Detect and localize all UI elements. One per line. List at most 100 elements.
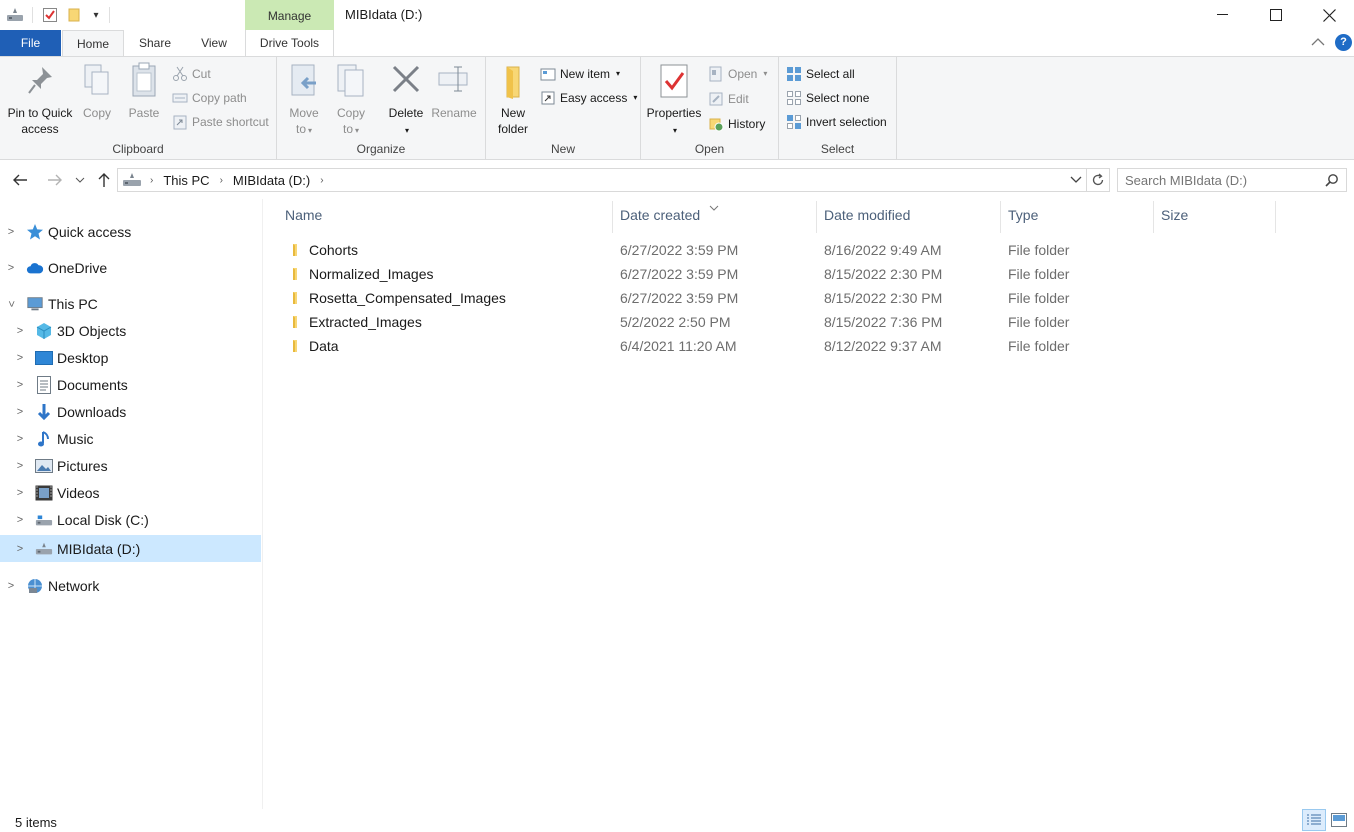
column-header-type[interactable]: Type <box>1008 207 1038 227</box>
breadcrumb-this-pc[interactable]: This PC <box>163 173 209 188</box>
large-icons-view-button[interactable] <box>1328 809 1350 831</box>
nav-item-desktop[interactable]: > Desktop <box>0 344 261 371</box>
collapse-ribbon-button[interactable] <box>1311 35 1325 50</box>
search-input[interactable] <box>1125 172 1320 188</box>
nav-item-network[interactable]: > Network <box>0 572 261 599</box>
drive-icon[interactable] <box>6 6 24 24</box>
tab-file[interactable]: File <box>0 30 61 56</box>
address-bar[interactable]: › This PC › MIBIdata (D:) › <box>117 168 1087 192</box>
chevron-right-icon[interactable]: > <box>14 433 26 445</box>
search-icon[interactable] <box>1325 173 1339 187</box>
file-row[interactable]: Normalized_Images 6/27/2022 3:59 PM 8/15… <box>282 263 1122 287</box>
nav-item-onedrive[interactable]: > OneDrive <box>0 254 261 281</box>
column-header-name[interactable]: Name <box>285 207 322 227</box>
chevron-right-icon[interactable]: > <box>5 580 17 592</box>
chevron-right-icon[interactable]: > <box>14 406 26 418</box>
maximize-button[interactable] <box>1249 0 1303 30</box>
address-history-dropdown[interactable] <box>1070 176 1082 184</box>
tab-drive-tools[interactable]: Drive Tools <box>245 30 334 56</box>
chevron-right-icon[interactable]: > <box>14 352 26 364</box>
customize-toolbar-icon[interactable]: ▾ <box>87 6 105 24</box>
search-box[interactable] <box>1117 168 1347 192</box>
copy-to-button[interactable]: Copy to ▾ <box>330 61 372 139</box>
breadcrumb-separator-icon[interactable]: › <box>150 175 153 186</box>
chevron-right-icon[interactable]: > <box>5 226 17 238</box>
move-to-button[interactable]: Move to ▾ <box>283 61 325 139</box>
tab-home[interactable]: Home <box>62 30 124 57</box>
select-all-button[interactable]: Select all <box>786 63 855 85</box>
chevron-right-icon[interactable]: > <box>14 325 26 337</box>
help-icon[interactable]: ? <box>1335 34 1352 51</box>
breadcrumb-separator-icon[interactable]: › <box>320 175 323 186</box>
new-item-button[interactable]: New item ▾ <box>540 63 620 85</box>
chevron-right-icon[interactable]: > <box>5 262 17 274</box>
nav-item-downloads[interactable]: > Downloads <box>0 398 261 425</box>
download-icon <box>35 403 53 421</box>
file-row[interactable]: Cohorts 6/27/2022 3:59 PM 8/16/2022 9:49… <box>282 239 1122 263</box>
column-header-date-modified[interactable]: Date modified <box>824 207 910 227</box>
file-row[interactable]: Extracted_Images 5/2/2022 2:50 PM 8/15/2… <box>282 311 1122 335</box>
chevron-right-icon[interactable]: > <box>14 543 26 555</box>
file-name[interactable]: Normalized_Images <box>309 266 434 282</box>
nav-item-mibidata[interactable]: > MIBIdata (D:) <box>0 535 261 562</box>
file-name[interactable]: Data <box>309 338 339 354</box>
tab-share[interactable]: Share <box>130 30 180 56</box>
file-row[interactable]: Rosetta_Compensated_Images 6/27/2022 3:5… <box>282 287 1122 311</box>
rename-button[interactable]: Rename <box>429 61 479 121</box>
back-button[interactable] <box>9 170 31 190</box>
file-name[interactable]: Cohorts <box>309 242 358 258</box>
paste-button[interactable]: Paste <box>124 61 164 121</box>
details-view-button[interactable] <box>1302 809 1326 831</box>
copy-path-button[interactable]: Copy path <box>172 87 247 109</box>
new-folder-button[interactable]: New folder <box>490 61 536 137</box>
chevron-down-icon[interactable]: > <box>5 298 17 310</box>
minimize-button[interactable] <box>1196 0 1250 30</box>
copy-button[interactable]: Copy <box>78 61 116 121</box>
chevron-right-icon[interactable]: > <box>14 379 26 391</box>
edit-button[interactable]: Edit <box>708 88 749 110</box>
nav-item-local-disk[interactable]: > Local Disk (C:) <box>0 506 261 533</box>
select-group: Select all Select none Invert selection … <box>779 57 897 159</box>
nav-item-3d-objects[interactable]: > 3D Objects <box>0 317 261 344</box>
nav-item-this-pc[interactable]: > This PC <box>0 290 261 317</box>
history-button[interactable]: History <box>708 113 765 135</box>
column-divider[interactable] <box>1153 201 1154 233</box>
tab-view[interactable]: View <box>189 30 239 56</box>
refresh-button[interactable] <box>1087 168 1110 192</box>
column-header-date-created[interactable]: Date created <box>620 207 700 227</box>
column-divider[interactable] <box>816 201 817 233</box>
breadcrumb-mibidata[interactable]: MIBIdata (D:) <box>233 173 310 188</box>
column-divider[interactable] <box>1000 201 1001 233</box>
cut-button[interactable]: Cut <box>172 63 211 85</box>
nav-item-music[interactable]: > Music <box>0 425 261 452</box>
column-divider[interactable] <box>1275 201 1276 233</box>
chevron-right-icon[interactable]: > <box>14 514 26 526</box>
nav-item-pictures[interactable]: > Pictures <box>0 452 261 479</box>
chevron-right-icon[interactable]: > <box>14 487 26 499</box>
file-name[interactable]: Extracted_Images <box>309 314 422 330</box>
file-row[interactable]: Data 6/4/2021 11:20 AM 8/12/2022 9:37 AM… <box>282 335 1122 359</box>
forward-button[interactable] <box>44 170 66 190</box>
invert-selection-button[interactable]: Invert selection <box>786 111 887 133</box>
properties-icon[interactable] <box>41 6 59 24</box>
close-button[interactable] <box>1302 0 1354 30</box>
recent-locations-button[interactable] <box>70 170 90 190</box>
up-button[interactable] <box>93 170 115 190</box>
paste-shortcut-button[interactable]: Paste shortcut <box>172 111 269 133</box>
column-divider[interactable] <box>612 201 613 233</box>
nav-item-videos[interactable]: > Videos <box>0 479 261 506</box>
select-none-button[interactable]: Select none <box>786 87 869 109</box>
open-button[interactable]: Open ▾ <box>708 63 767 85</box>
manage-context-tab[interactable]: Manage <box>245 0 334 30</box>
pin-to-quick-access-button[interactable]: Pin to Quick access <box>4 61 76 137</box>
breadcrumb-separator-icon[interactable]: › <box>220 175 223 186</box>
delete-button[interactable]: Delete ▾ <box>385 61 427 139</box>
column-header-size[interactable]: Size <box>1161 207 1188 227</box>
new-folder-icon[interactable] <box>65 6 83 24</box>
easy-access-button[interactable]: Easy access ▾ <box>540 87 637 109</box>
properties-button[interactable]: Properties ▾ <box>645 61 703 139</box>
nav-item-quick-access[interactable]: > Quick access <box>0 218 261 245</box>
chevron-right-icon[interactable]: > <box>14 460 26 472</box>
nav-item-documents[interactable]: > Documents <box>0 371 261 398</box>
file-name[interactable]: Rosetta_Compensated_Images <box>309 290 506 306</box>
